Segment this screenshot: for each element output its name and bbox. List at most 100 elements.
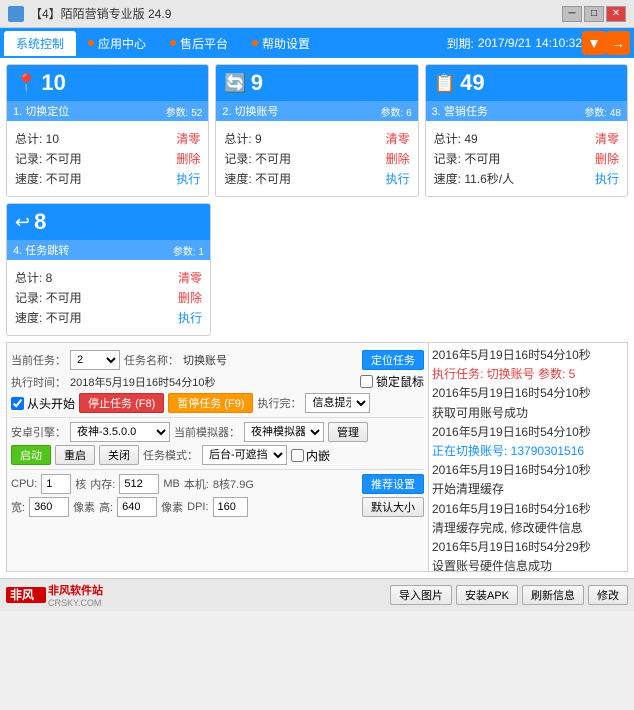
card-marketing-param: 参数: 48 <box>584 104 621 119</box>
title-bar: 【4】陌陌营销专业版 24.9 ─ □ ✕ <box>0 0 634 28</box>
logo-text: 非风软件站 <box>48 582 103 598</box>
minimize-button[interactable]: ─ <box>562 6 582 22</box>
card-jump-clear[interactable]: 清零 <box>178 269 202 286</box>
card-jump-exec[interactable]: 执行 <box>178 309 202 326</box>
exec-complete-label: 执行完： <box>257 395 301 411</box>
import-image-button[interactable]: 导入图片 <box>390 585 452 605</box>
account-icon: 🔄 <box>224 73 246 94</box>
close-button[interactable]: ✕ <box>606 6 626 22</box>
install-apk-button[interactable]: 安装APK <box>456 585 518 605</box>
card-marketing-exec[interactable]: 执行 <box>595 170 619 187</box>
card-account-header: 🔄 9 <box>216 65 417 101</box>
card-account-exec[interactable]: 执行 <box>386 170 410 187</box>
current-task-select[interactable]: 2 <box>70 350 120 370</box>
card-jump-number: 8 <box>34 209 46 235</box>
card-jump-param: 参数: 1 <box>173 243 204 258</box>
card-locate-clear[interactable]: 清零 <box>176 130 200 147</box>
top-cards-row: 📍 10 1. 切换定位 参数: 52 总计: 10 清零 记录: 不可用 删除… <box>6 64 628 197</box>
card-account-delete[interactable]: 删除 <box>386 150 410 167</box>
manage-button[interactable]: 管理 <box>328 422 368 442</box>
android-engine-select[interactable]: 夜神-3.5.0.0 <box>70 422 170 442</box>
card-jump-body: 总计: 8 清零 记录: 不可用 删除 速度: 不可用 执行 <box>7 260 210 335</box>
card-locate-delete[interactable]: 删除 <box>176 150 200 167</box>
marketing-icon: 📋 <box>434 73 456 94</box>
default-size-button[interactable]: 默认大小 <box>362 497 424 517</box>
tab-aftersale-label: 售后平台 <box>180 35 228 52</box>
tab-aftersale[interactable]: 售后平台 <box>158 31 240 56</box>
card-marketing-delete[interactable]: 删除 <box>595 150 619 167</box>
log-entry-5[interactable]: 正在切换账号: 13790301516 <box>432 442 624 461</box>
arrow-down-button[interactable]: ▼ <box>582 31 606 55</box>
card-marketing-header: 📋 49 <box>426 65 627 101</box>
dpi-input[interactable] <box>213 497 248 517</box>
cpu-label: CPU: <box>11 478 37 490</box>
tab-apps[interactable]: 应用中心 <box>76 31 158 56</box>
card-account-body: 总计: 9 清零 记录: 不可用 删除 速度: 不可用 执行 <box>216 121 417 196</box>
main-content: 📍 10 1. 切换定位 参数: 52 总计: 10 清零 记录: 不可用 删除… <box>0 58 634 578</box>
help-dot <box>252 40 258 46</box>
card-account-param: 参数: 6 <box>381 104 412 119</box>
card-jump-delete[interactable]: 删除 <box>178 289 202 306</box>
card-jump-header: ↩ 8 <box>7 204 210 240</box>
emulator-select[interactable]: 夜神模拟器 <box>244 422 324 442</box>
exec-time-label: 执行时间： <box>11 374 66 390</box>
bottom-toolbar: 非风 非风软件站 CRSKY.COM 导入图片 安装APK 刷新信息 修改 <box>0 578 634 611</box>
task-mode-label: 任务模式： <box>143 447 198 463</box>
cpu-mem-row: CPU: 核 内存: MB 本机: 8核7.9G 推荐设置 <box>11 474 424 494</box>
log-entry-3: 获取可用账号成功 <box>432 404 624 423</box>
tab-system-label: 系统控制 <box>16 35 64 52</box>
card-marketing-body: 总计: 49 清零 记录: 不可用 删除 速度: 11.6秒/人 执行 <box>426 121 627 196</box>
card-account: 🔄 9 2. 切换账号 参数: 6 总计: 9 清零 记录: 不可用 删除 速度… <box>215 64 418 197</box>
maximize-button[interactable]: □ <box>584 6 604 22</box>
stop-task-button[interactable]: 停止任务 (F8) <box>79 393 164 413</box>
card-locate-label: 1. 切换定位 <box>13 103 69 119</box>
restart-button[interactable]: 重启 <box>55 445 95 465</box>
builtin-checkbox[interactable] <box>291 449 304 462</box>
local-label: 本机: <box>184 476 209 492</box>
card-locate-header: 📍 10 <box>7 65 208 101</box>
modify-button[interactable]: 修改 <box>588 585 628 605</box>
current-task-label: 当前任务： <box>11 352 66 368</box>
card-marketing-clear[interactable]: 清零 <box>595 130 619 147</box>
lock-mouse-checkbox[interactable] <box>360 375 373 388</box>
height-input[interactable] <box>117 497 157 517</box>
card-marketing-label: 3. 营销任务 <box>432 103 488 119</box>
close-emulator-button[interactable]: 关闭 <box>99 445 139 465</box>
exec-complete-select[interactable]: 信息提示 <box>305 393 370 413</box>
current-emulator-label: 当前模拟器： <box>174 424 240 440</box>
arrow-right-button[interactable]: → <box>606 31 630 55</box>
jump-icon: ↩ <box>15 212 30 233</box>
start-button[interactable]: 启动 <box>11 445 51 465</box>
recommend-settings-button[interactable]: 推荐设置 <box>362 474 424 494</box>
from-start-label[interactable]: 从头开始 <box>11 395 75 412</box>
app-icon <box>8 6 24 22</box>
log-entry-11: 设置账号硬件信息成功 <box>432 557 624 572</box>
builtin-label[interactable]: 内嵌 <box>291 447 330 464</box>
tab-help[interactable]: 帮助设置 <box>240 31 322 56</box>
expire-info: 到期: 2017/9/21 14:10:32 <box>447 35 582 52</box>
card-locate-param: 参数: 52 <box>166 104 203 119</box>
lock-mouse-label[interactable]: 锁定鼠标 <box>360 373 424 390</box>
mem-input[interactable] <box>119 474 159 494</box>
aftersale-dot <box>170 40 176 46</box>
from-start-checkbox[interactable] <box>11 397 24 410</box>
card-account-label: 2. 切换账号 <box>222 103 278 119</box>
log-entry-9: 清理缓存完成, 修改硬件信息 <box>432 519 624 538</box>
card-jump: ↩ 8 4. 任务跳转 参数: 1 总计: 8 清零 记录: 不可用 删除 速度… <box>6 203 211 336</box>
card-account-clear[interactable]: 清零 <box>386 130 410 147</box>
pause-task-button[interactable]: 暂停任务 (F9) <box>168 393 253 413</box>
card-account-number: 9 <box>251 70 263 96</box>
refresh-button[interactable]: 刷新信息 <box>522 585 584 605</box>
log-entry-1[interactable]: 执行任务: 切换账号 参数: 5 <box>432 365 624 384</box>
width-input[interactable] <box>29 497 69 517</box>
task-mode-select[interactable]: 后台-可遮挡 <box>202 445 287 465</box>
log-entry-10: 2016年5月19日16时54分29秒 <box>432 538 624 557</box>
locate-task-button[interactable]: 定位任务 <box>362 350 424 370</box>
card-locate-exec[interactable]: 执行 <box>176 170 200 187</box>
card-marketing-number: 49 <box>460 70 484 96</box>
tab-system[interactable]: 系统控制 <box>4 31 76 56</box>
cpu-input[interactable] <box>41 474 71 494</box>
logo-url: CRSKY.COM <box>48 598 103 608</box>
local-value: 8核7.9G <box>213 476 254 492</box>
width-label: 宽: <box>11 499 25 515</box>
